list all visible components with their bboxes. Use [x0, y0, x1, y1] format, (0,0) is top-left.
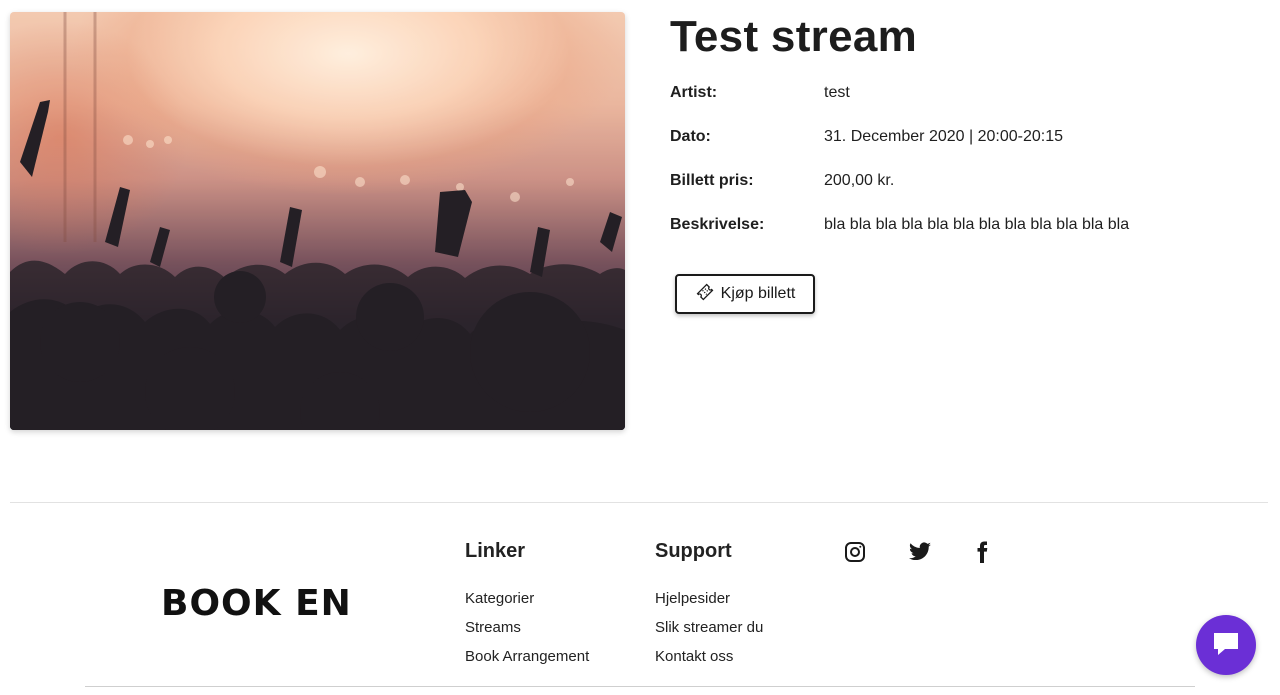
date-label: Dato: — [670, 128, 711, 145]
facebook-icon[interactable] — [970, 540, 994, 564]
artist-value: test — [824, 84, 850, 101]
footer-link-slik-streamer-du[interactable]: Slik streamer du — [655, 619, 763, 636]
artist-label: Artist: — [670, 84, 718, 101]
site-logo[interactable]: BOOK EN — [161, 583, 352, 624]
event-image — [10, 12, 625, 430]
section-divider — [10, 502, 1268, 503]
footer-link-streams[interactable]: Streams — [465, 619, 521, 636]
support-heading: Support — [655, 540, 732, 562]
description-value: bla bla bla bla bla bla bla bla bla bla … — [824, 216, 1130, 233]
ticket-icon — [695, 282, 715, 307]
buy-ticket-button[interactable]: Kjøp billett — [675, 274, 815, 314]
event-title: Test stream — [670, 12, 918, 61]
footer-link-kategorier[interactable]: Kategorier — [465, 590, 534, 607]
links-heading: Linker — [465, 540, 526, 562]
description-label: Beskrivelse: — [670, 216, 765, 233]
instagram-icon[interactable] — [843, 540, 867, 564]
crowd-silhouette — [10, 12, 625, 430]
twitter-icon[interactable] — [908, 540, 932, 564]
footer-link-kontakt-oss[interactable]: Kontakt oss — [655, 648, 733, 665]
chat-button[interactable] — [1196, 615, 1256, 675]
footer-link-book-arrangement[interactable]: Book Arrangement — [465, 648, 589, 665]
chat-icon — [1209, 626, 1243, 665]
price-label: Billett pris: — [670, 172, 754, 189]
buy-ticket-label: Kjøp billett — [720, 285, 796, 302]
price-value: 200,00 kr. — [824, 172, 895, 189]
footer-bottom-line — [85, 686, 1195, 687]
footer-link-hjelpesider[interactable]: Hjelpesider — [655, 590, 730, 607]
date-value: 31. December 2020 | 20:00-20:15 — [824, 128, 1063, 145]
